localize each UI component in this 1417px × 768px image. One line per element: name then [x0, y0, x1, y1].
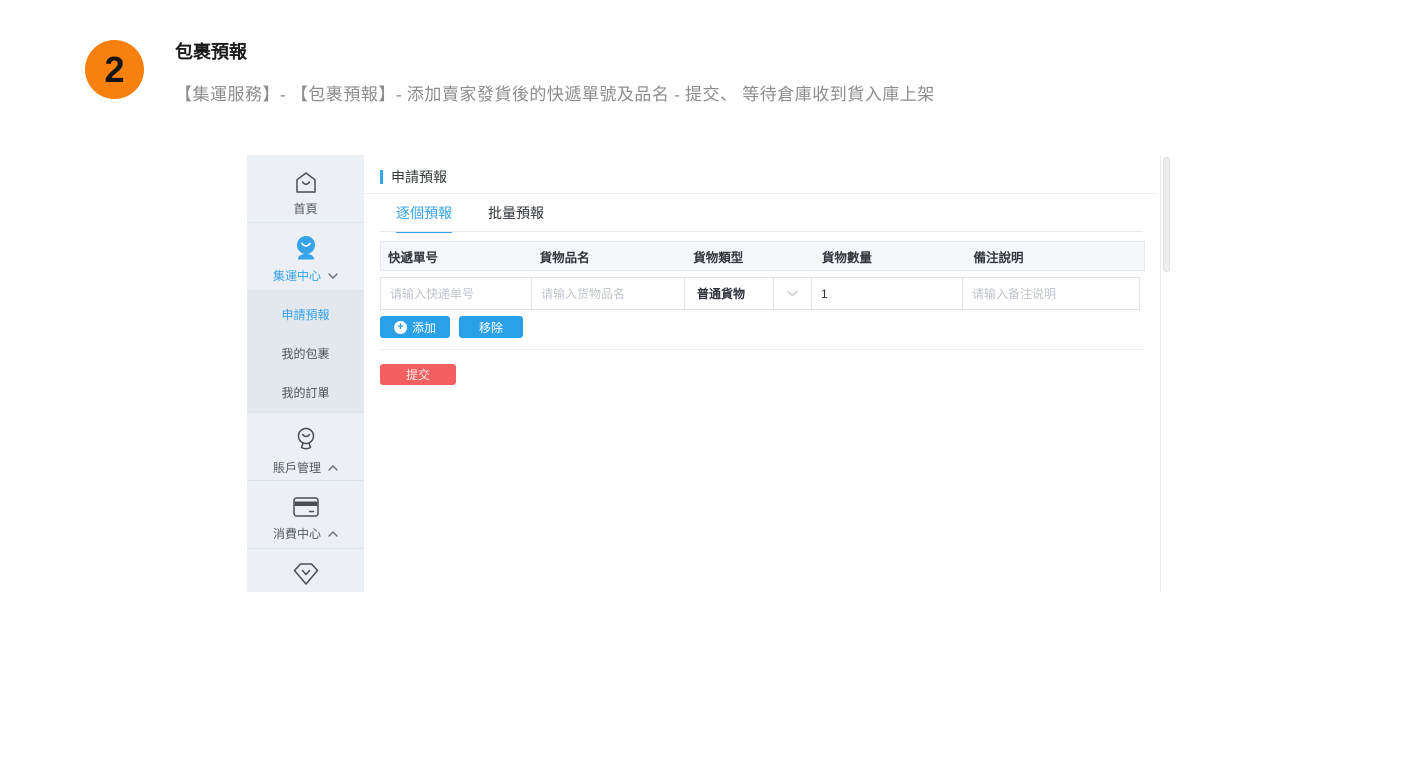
- sidebar-item-vip[interactable]: [247, 548, 364, 592]
- title-accent-bar: [380, 170, 383, 184]
- column-header-goods-type: 貨物類型: [686, 247, 815, 266]
- remark-cell: [962, 277, 1140, 310]
- remove-button-label: 移除: [479, 319, 503, 336]
- tab-individual-forecast[interactable]: 逐個預報: [396, 203, 452, 233]
- account-icon: [293, 427, 319, 453]
- remark-input[interactable]: [963, 278, 1139, 309]
- sidebar-item-home[interactable]: 首頁: [247, 155, 364, 222]
- goods-name-input[interactable]: [532, 278, 684, 309]
- goods-type-dropdown-toggle[interactable]: [773, 277, 812, 310]
- submit-button[interactable]: 提交: [380, 364, 456, 385]
- quantity-input[interactable]: [812, 278, 962, 309]
- section-title: 申請預報: [380, 167, 447, 187]
- tracking-number-cell: [380, 277, 532, 310]
- sidebar-submenu: 申請預報 我的包裹 我的訂單: [247, 290, 364, 412]
- plus-icon: +: [394, 321, 407, 334]
- sidebar-item-label: 賬戶管理: [273, 459, 338, 476]
- sidebar-item-consolidation-center[interactable]: 集運中心: [247, 222, 364, 290]
- page-title: 包裹預報: [175, 38, 247, 64]
- app-window: 首頁 集運中心 申請預報: [247, 155, 1170, 592]
- sidebar-item-text: 賬戶管理: [273, 459, 321, 476]
- tab-bar: 逐個預報 批量預報: [396, 203, 544, 233]
- tab-batch-forecast[interactable]: 批量預報: [488, 203, 544, 233]
- scrollbar-thumb[interactable]: [1163, 157, 1170, 272]
- sidebar-item-label: 消費中心: [273, 525, 338, 542]
- home-icon: [293, 170, 319, 194]
- vertical-scrollbar[interactable]: [1160, 155, 1170, 592]
- sidebar-item-label: 首頁: [293, 200, 317, 217]
- submenu-item-my-packages[interactable]: 我的包裹: [281, 334, 329, 373]
- divider: [380, 349, 1143, 350]
- goods-type-select[interactable]: 普通貨物: [684, 277, 774, 310]
- column-header-tracking-number: 快遞單号: [381, 247, 533, 266]
- diamond-icon: [292, 561, 320, 587]
- sidebar-item-consumption-center[interactable]: 消費中心: [247, 480, 364, 548]
- step-number-badge: 2: [85, 40, 144, 99]
- chevron-down-icon: [328, 273, 338, 279]
- table-header-row: 快遞單号 貨物品名 貨物類型 貨物數量 備注說明: [380, 241, 1145, 271]
- sidebar-item-text: 集運中心: [273, 267, 321, 284]
- column-header-goods-quantity: 貨物數量: [815, 247, 967, 266]
- add-row-button[interactable]: + 添加: [380, 316, 450, 338]
- sidebar: 首頁 集運中心 申請預報: [247, 155, 364, 592]
- chevron-down-icon: [787, 290, 798, 297]
- sidebar-item-label: 集運中心: [273, 267, 338, 284]
- row-action-buttons: + 添加 移除: [380, 316, 523, 338]
- sidebar-item-text: 消費中心: [273, 525, 321, 542]
- submenu-item-my-orders[interactable]: 我的訂單: [281, 373, 329, 412]
- divider: [364, 193, 1158, 194]
- remove-row-button[interactable]: 移除: [459, 316, 523, 338]
- add-button-label: 添加: [412, 319, 436, 336]
- tracking-number-input[interactable]: [381, 278, 531, 309]
- chevron-up-icon: [328, 465, 338, 471]
- credit-card-icon: [292, 495, 320, 519]
- consolidation-center-icon: [293, 235, 319, 261]
- chevron-up-icon: [328, 531, 338, 537]
- main-content: 申請預報 逐個預報 批量預報 快遞單号 貨物品名 貨物類型 貨物數量 備注說明: [364, 155, 1158, 592]
- divider: [380, 231, 1143, 232]
- tutorial-step-page: 2 包裹預報 【集運服務】- 【包裹預報】- 添加賣家發貨後的快遞單號及品名 -…: [0, 0, 1417, 768]
- section-title-text: 申請預報: [391, 167, 447, 187]
- table-row: 普通貨物: [380, 277, 1145, 310]
- sidebar-item-account-management[interactable]: 賬戶管理: [247, 412, 364, 480]
- column-header-goods-name: 貨物品名: [533, 247, 687, 266]
- submenu-item-apply-forecast[interactable]: 申請預報: [281, 295, 329, 334]
- column-header-remark: 備注說明: [966, 247, 1144, 266]
- quantity-cell: [811, 277, 963, 310]
- step-number: 2: [104, 49, 124, 91]
- page-subtitle: 【集運服務】- 【包裹預報】- 添加賣家發貨後的快遞單號及品名 - 提交、 等待…: [175, 80, 935, 105]
- goods-name-cell: [531, 277, 685, 310]
